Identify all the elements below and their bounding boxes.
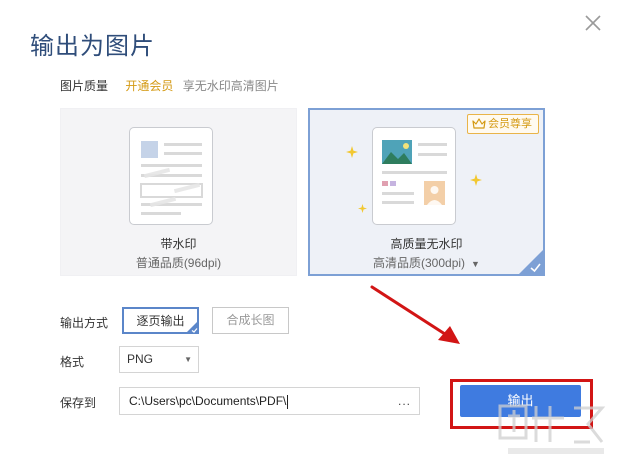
hq-option-card[interactable]: 会员尊享 高质量无水印 高清品质(300dpi) ▼ [308,108,545,276]
format-label: 格式 [60,355,85,369]
export-image-dialog: 输出为图片 图片质量 开通会员 享无水印高清图片 带水印 普通品质(96dpi)… [0,0,620,460]
save-path-value: C:\Users\pc\Documents\PDF\ [129,394,287,408]
red-arrow-annotation [370,285,460,344]
vip-link[interactable]: 开通会员 [125,79,173,93]
chevron-down-icon: ▼ [471,259,480,269]
long-image-button[interactable]: 合成长图 [212,307,289,334]
hq-document-icon [372,127,456,225]
long-image-label: 合成长图 [226,313,275,327]
watermark-option-card[interactable]: 带水印 普通品质(96dpi) [60,108,297,276]
check-icon [518,249,544,275]
check-icon [185,320,199,334]
hq-quality-value: 高清品质(300dpi) [373,256,466,270]
vip-description: 享无水印高清图片 [182,79,279,93]
save-to-label: 保存到 [60,396,97,410]
text-cursor [287,394,289,409]
dialog-title: 输出为图片 [30,32,155,60]
quality-label: 图片质量 [60,79,109,93]
watermark-document-icon [129,127,213,225]
hq-option-quality[interactable]: 高清品质(300dpi) ▼ [310,254,543,271]
star-icon [346,146,358,158]
save-path-input[interactable]: C:\Users\pc\Documents\PDF\ ... [119,387,420,415]
watermark-option-quality: 普通品质(96dpi) [135,256,222,270]
crown-icon [472,118,486,129]
quality-row: 图片质量 开通会员 享无水印高清图片 [60,77,279,94]
star-icon [470,174,482,186]
hq-option-label: 高质量无水印 [390,237,463,251]
browse-button[interactable]: ... [398,388,411,414]
page-by-page-label: 逐页输出 [136,314,185,328]
watermark-option-label: 带水印 [160,237,197,251]
close-button[interactable] [582,12,604,34]
vip-exclusive-badge: 会员尊享 [467,114,539,134]
page-by-page-button[interactable]: 逐页输出 [122,307,199,334]
format-value: PNG [127,352,154,366]
chevron-down-icon: ▼ [184,355,192,364]
format-select[interactable]: PNG ▼ [119,346,199,373]
star-icon [358,204,367,213]
close-icon [585,15,601,31]
vip-badge-label: 会员尊享 [488,118,532,130]
export-button[interactable]: 输出 [460,385,581,417]
output-mode-label: 输出方式 [60,316,109,330]
